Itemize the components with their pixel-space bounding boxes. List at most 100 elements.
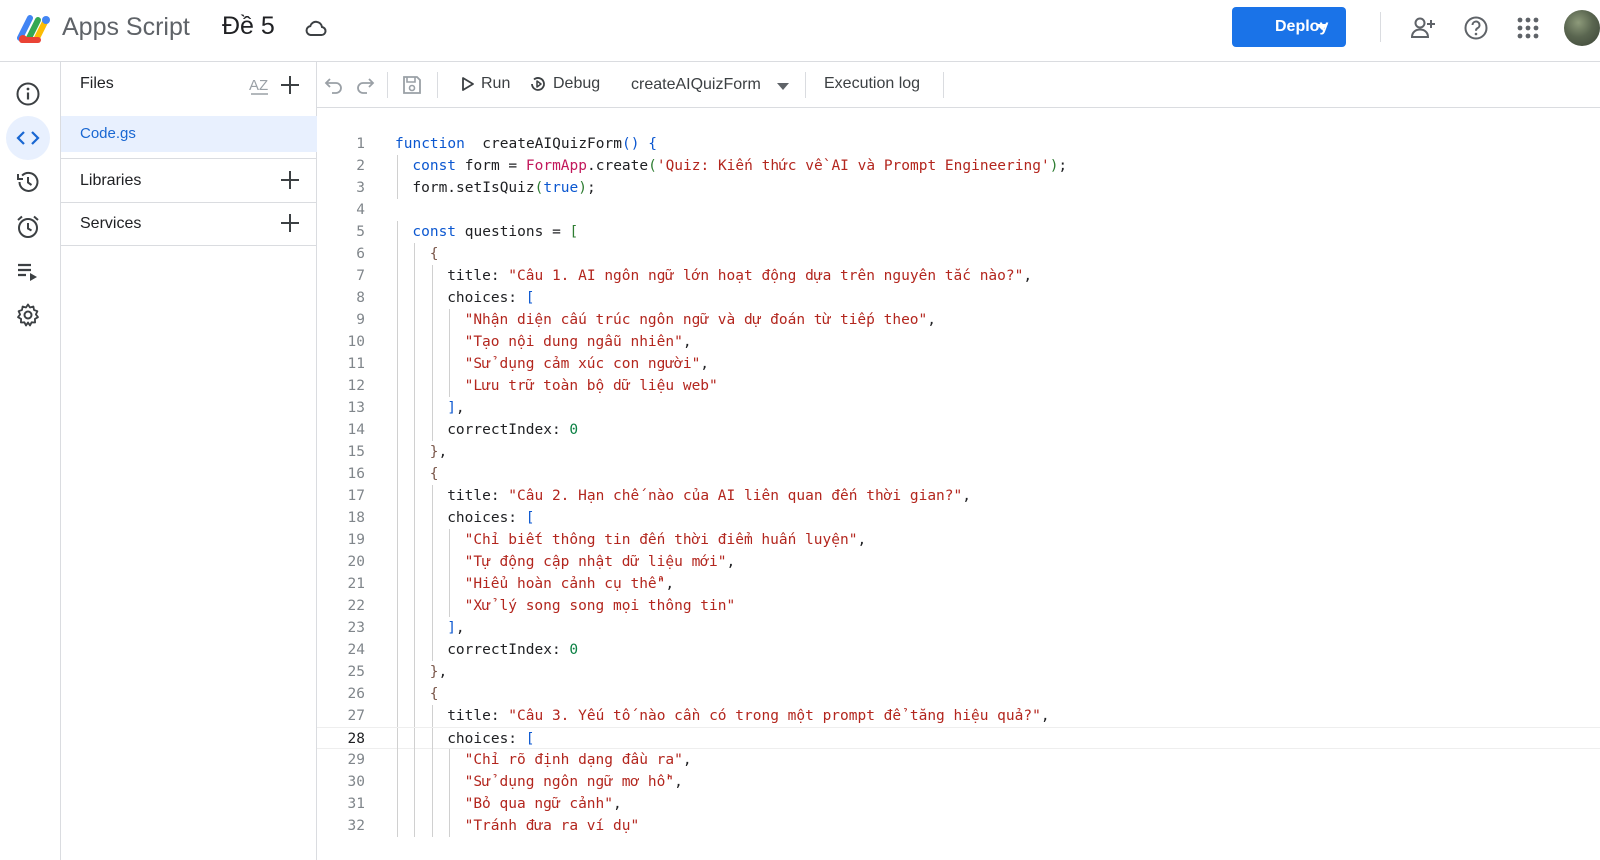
- file-item-code-gs[interactable]: Code.gs: [61, 116, 317, 152]
- indent-guide: [449, 331, 451, 353]
- app-name[interactable]: Apps Script: [62, 12, 190, 42]
- redo-icon[interactable]: [354, 74, 376, 96]
- code-line[interactable]: 31 "Bỏ qua ngữ cảnh",: [317, 793, 1600, 815]
- code-line[interactable]: 25},: [317, 661, 1600, 683]
- undo-icon[interactable]: [323, 74, 345, 96]
- line-code: "Chỉ biết thông tin đến thời điểm huấn l…: [464, 532, 867, 548]
- nav-settings[interactable]: [6, 293, 50, 337]
- line-code: "Lưu trữ toàn bộ dữ liệu web": [464, 378, 718, 394]
- code-line[interactable]: 22 "Xử lý song song mọi thông tin": [317, 595, 1600, 617]
- indent-guide: [414, 397, 416, 419]
- code-line[interactable]: 30 "Sử dụng ngôn ngữ mơ hồ",: [317, 771, 1600, 793]
- add-file-icon[interactable]: [279, 74, 301, 96]
- add-person-icon[interactable]: [1410, 15, 1436, 41]
- services-label[interactable]: Services: [80, 215, 141, 233]
- execution-log-button[interactable]: Execution log: [824, 75, 920, 93]
- indent-guide: [397, 177, 398, 199]
- run-button[interactable]: Run: [461, 75, 510, 93]
- line-number: 13: [347, 400, 365, 416]
- code-line[interactable]: 12 "Lưu trữ toàn bộ dữ liệu web": [317, 375, 1600, 397]
- help-icon[interactable]: [1463, 15, 1489, 41]
- indent-guide: [397, 243, 398, 265]
- indent-guide: [397, 771, 398, 793]
- indent-guide: [397, 375, 398, 397]
- code-line[interactable]: 19 "Chỉ biết thông tin đến thời điểm huấn…: [317, 529, 1600, 551]
- code-line[interactable]: 16 {: [317, 463, 1600, 485]
- code-line[interactable]: 21 "Hiểu hoàn cảnh cụ thể",: [317, 573, 1600, 595]
- code-line[interactable]: 2 const form = FormApp.create('Quiz: Kiến…: [317, 155, 1600, 177]
- code-line[interactable]: 6{: [317, 243, 1600, 265]
- code-line[interactable]: 14 correctIndex: 0: [317, 419, 1600, 441]
- code-line[interactable]: 26 {: [317, 683, 1600, 705]
- code-line[interactable]: 23],: [317, 617, 1600, 639]
- indent-guide: [397, 617, 398, 639]
- code-line[interactable]: 29 "Chỉ rõ định dạng đầu ra",: [317, 749, 1600, 771]
- indent-guide: [414, 375, 416, 397]
- indent-guide: [414, 573, 416, 595]
- code-line[interactable]: 5 const questions = [: [317, 221, 1600, 243]
- code-line[interactable]: 4: [317, 199, 1600, 221]
- files-panel: Files AZ Code.gs Libraries Services: [61, 62, 317, 860]
- indent-guide: [397, 507, 398, 529]
- function-select[interactable]: createAIQuizForm: [631, 76, 761, 94]
- line-number: 20: [347, 554, 365, 570]
- indent-guide: [431, 419, 433, 441]
- code-line[interactable]: 3 form.setIsQuiz(true);: [317, 177, 1600, 199]
- line-number: 16: [347, 466, 365, 482]
- code-line[interactable]: 13],: [317, 397, 1600, 419]
- project-title[interactable]: Đề 5: [222, 11, 275, 41]
- line-code: "Chỉ rõ định dạng đầu ra",: [464, 752, 692, 768]
- code-line[interactable]: 20 "Tự động cập nhật dữ liệu mới",: [317, 551, 1600, 573]
- indent-guide: [414, 243, 416, 265]
- indent-guide: [431, 265, 433, 287]
- add-service-icon[interactable]: [279, 212, 301, 234]
- account-avatar[interactable]: [1564, 10, 1600, 46]
- deploy-caret-icon[interactable]: [1316, 24, 1328, 30]
- code-line[interactable]: 24 correctIndex: 0: [317, 639, 1600, 661]
- code-line[interactable]: 18 choices: [: [317, 507, 1600, 529]
- code-line[interactable]: 28 choices: [: [317, 727, 1600, 750]
- nav-overview[interactable]: [6, 72, 50, 116]
- apps-script-logo-icon[interactable]: [16, 12, 54, 46]
- code-line[interactable]: 15},: [317, 441, 1600, 463]
- info-icon: [16, 82, 40, 106]
- debug-button[interactable]: Debug: [529, 75, 600, 93]
- code-line[interactable]: 1 function createAIQuizForm() {: [317, 133, 1600, 155]
- line-code: "Tránh đưa ra ví dụ": [464, 818, 640, 834]
- line-number: 4: [356, 202, 365, 218]
- code-line[interactable]: 17 title: "Câu 2. Hạn chế nào của AI liên…: [317, 485, 1600, 507]
- apps-grid-icon[interactable]: [1515, 15, 1541, 41]
- code-line[interactable]: 9 "Nhận diện cấu trúc ngôn ngữ và dự đoán…: [317, 309, 1600, 331]
- line-number: 29: [347, 752, 365, 768]
- line-number: 26: [347, 686, 365, 702]
- add-library-icon[interactable]: [279, 169, 301, 191]
- indent-guide: [397, 639, 398, 661]
- line-number: 19: [347, 532, 365, 548]
- line-number: 22: [347, 598, 365, 614]
- sort-az-icon[interactable]: AZ: [247, 72, 273, 98]
- line-code: title: "Câu 3. Yếu tố nào cần có trong m…: [447, 708, 1050, 724]
- code-editor[interactable]: 1 function createAIQuizForm() {2 const for…: [317, 108, 1600, 860]
- function-select-caret-icon[interactable]: [777, 83, 789, 90]
- deploy-button[interactable]: Deploy: [1232, 7, 1346, 47]
- code-line[interactable]: 8 choices: [: [317, 287, 1600, 309]
- indent-guide: [431, 331, 433, 353]
- indent-guide: [397, 463, 398, 485]
- nav-editor[interactable]: [6, 116, 50, 160]
- nav-triggers[interactable]: [6, 205, 50, 249]
- indent-guide: [397, 265, 398, 287]
- code-line[interactable]: 7 title: "Câu 1. AI ngôn ngữ lớn hoạt độn…: [317, 265, 1600, 287]
- indent-guide: [431, 639, 433, 661]
- save-icon[interactable]: [401, 74, 423, 96]
- line-code: },: [429, 444, 448, 460]
- nav-executions[interactable]: [6, 249, 50, 293]
- libraries-label[interactable]: Libraries: [80, 172, 141, 190]
- code-line[interactable]: 27 title: "Câu 3. Yếu tố nào cần có trong…: [317, 705, 1600, 727]
- nav-history[interactable]: [6, 160, 50, 204]
- code-line[interactable]: 32 "Tránh đưa ra ví dụ": [317, 815, 1600, 837]
- indent-guide: [397, 529, 398, 551]
- code-line[interactable]: 11 "Sử dụng cảm xúc con người",: [317, 353, 1600, 375]
- indent-guide: [414, 441, 416, 463]
- services-divider: [61, 245, 317, 246]
- code-line[interactable]: 10 "Tạo nội dung ngẫu nhiên",: [317, 331, 1600, 353]
